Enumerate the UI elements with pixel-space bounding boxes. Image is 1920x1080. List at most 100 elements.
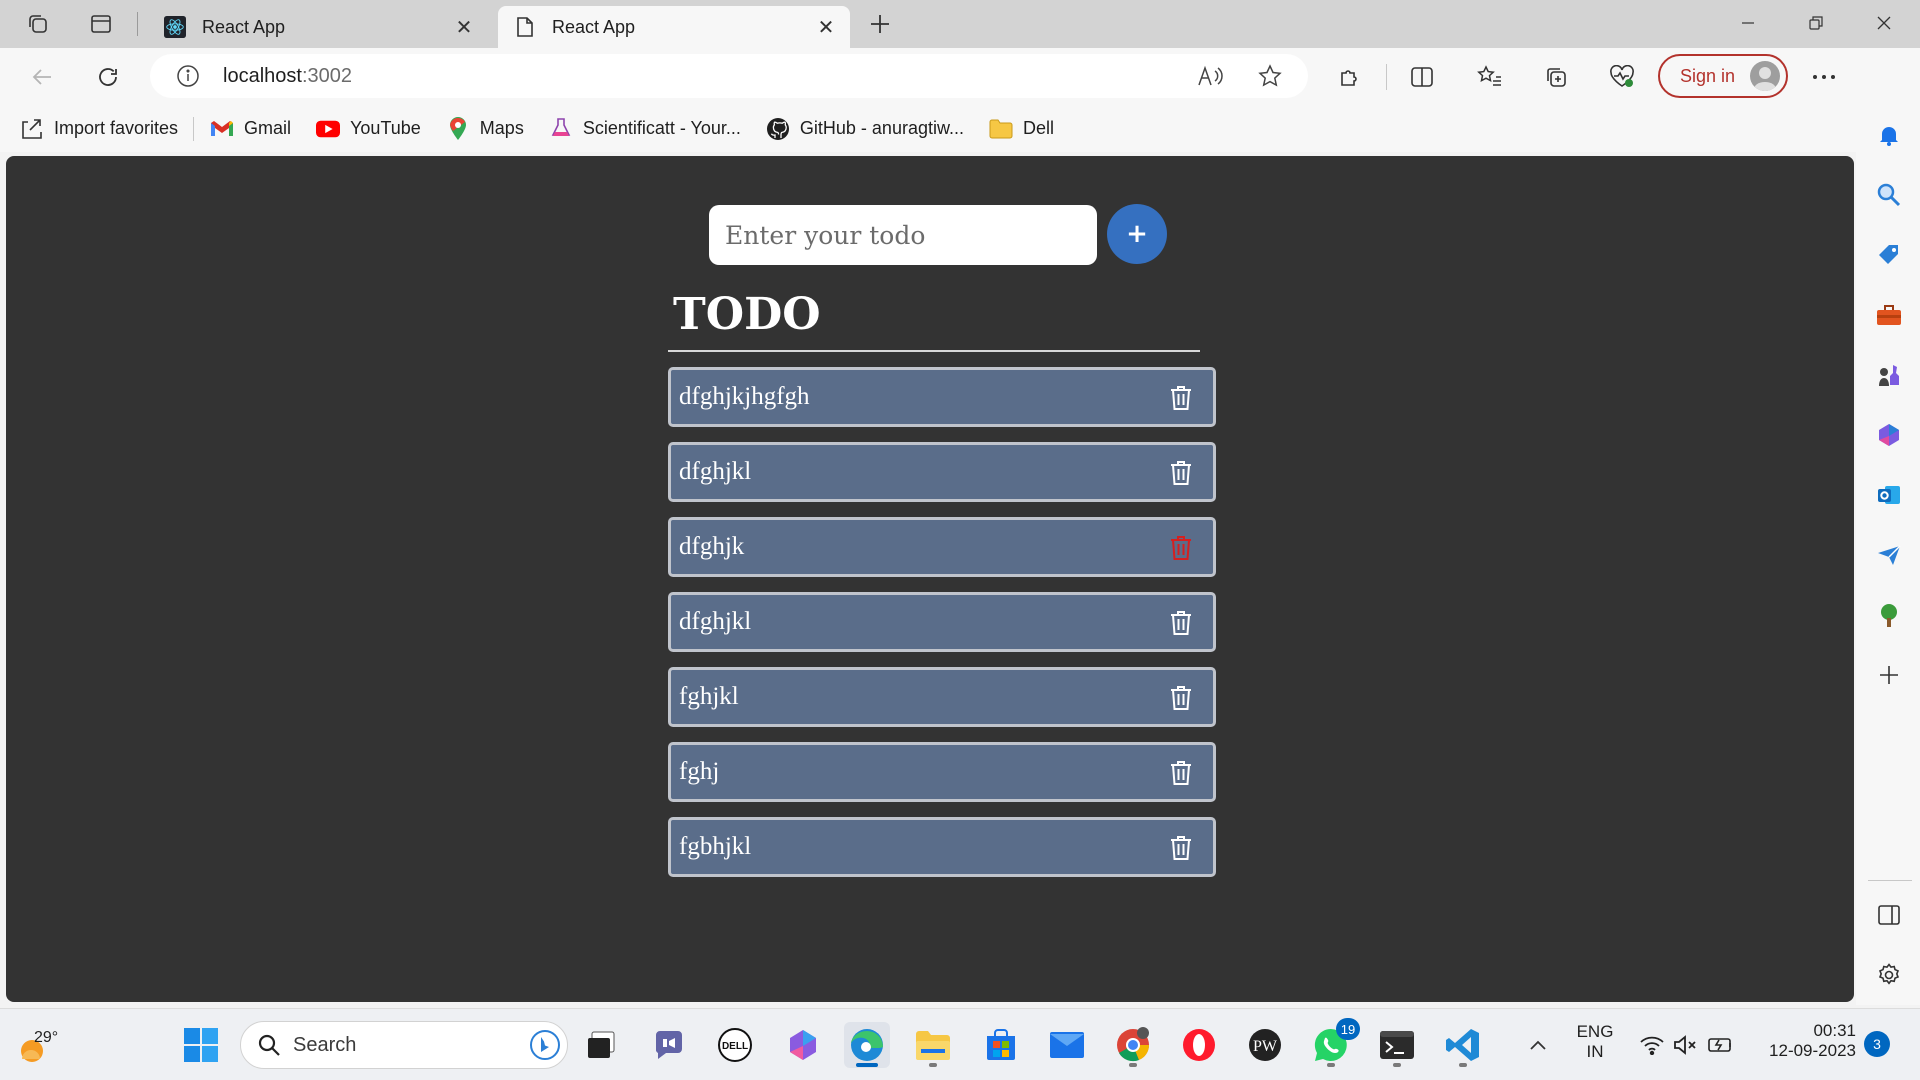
back-arrow-icon bbox=[32, 69, 51, 85]
sidebar-hide[interactable] bbox=[1872, 898, 1906, 932]
collections-button[interactable] bbox=[1536, 58, 1576, 96]
browser-tab-strip: React App ✕ React App ✕ bbox=[0, 0, 1920, 48]
sidebar-notifications[interactable] bbox=[1872, 118, 1906, 152]
taskbar-search[interactable]: Search bbox=[240, 1021, 568, 1069]
sign-in-button[interactable]: Sign in bbox=[1658, 54, 1788, 98]
todo-input[interactable] bbox=[709, 205, 1097, 265]
quick-settings-button[interactable] bbox=[1632, 1022, 1742, 1068]
taskbar-terminal[interactable] bbox=[1374, 1022, 1420, 1068]
workspaces-button[interactable] bbox=[20, 8, 56, 40]
sidebar-add[interactable] bbox=[1872, 658, 1906, 692]
tab-react-app-2[interactable]: React App ✕ bbox=[498, 6, 850, 48]
fav-gmail[interactable]: Gmail bbox=[210, 117, 291, 141]
taskbar-teams-chat[interactable] bbox=[646, 1022, 692, 1068]
taskbar-file-explorer[interactable] bbox=[910, 1022, 956, 1068]
todo-item: fghj bbox=[668, 742, 1216, 802]
close-tab-icon[interactable]: ✕ bbox=[452, 15, 476, 39]
search-icon bbox=[258, 1034, 280, 1056]
language-indicator[interactable]: ENG IN bbox=[1570, 1022, 1620, 1062]
add-todo-button[interactable]: + bbox=[1107, 204, 1167, 264]
microsoft365-icon bbox=[1879, 424, 1899, 446]
restore-button[interactable] bbox=[1782, 0, 1850, 46]
sidebar-games[interactable] bbox=[1872, 358, 1906, 392]
taskbar-mail[interactable] bbox=[1044, 1022, 1090, 1068]
taskbar-copilot[interactable] bbox=[780, 1022, 826, 1068]
trash-icon[interactable] bbox=[1167, 834, 1195, 862]
split-screen-icon bbox=[1411, 67, 1433, 87]
minimize-button[interactable] bbox=[1714, 0, 1782, 46]
puzzle-icon bbox=[1341, 70, 1357, 86]
more-dots-icon bbox=[1813, 75, 1835, 79]
shopping-tag-icon bbox=[1879, 245, 1898, 264]
new-tab-button[interactable] bbox=[862, 8, 898, 40]
taskbar-dell[interactable]: DELL bbox=[712, 1022, 758, 1068]
active-app-indicator bbox=[856, 1063, 878, 1067]
refresh-button[interactable] bbox=[88, 58, 128, 96]
taskbar-task-view[interactable] bbox=[578, 1022, 624, 1068]
taskbar-vscode[interactable] bbox=[1440, 1022, 1486, 1068]
trash-icon[interactable] bbox=[1167, 384, 1195, 412]
sidebar-shopping[interactable] bbox=[1872, 238, 1906, 272]
favorite-star-icon[interactable] bbox=[1256, 62, 1284, 90]
sidebar-settings[interactable] bbox=[1872, 958, 1906, 992]
collections-icon bbox=[1547, 68, 1566, 87]
bell-icon bbox=[1880, 127, 1898, 146]
trash-icon[interactable] bbox=[1167, 684, 1195, 712]
sidebar-send[interactable] bbox=[1872, 538, 1906, 572]
extensions-button[interactable] bbox=[1330, 58, 1370, 96]
fav-label: Maps bbox=[479, 118, 524, 138]
avatar-icon bbox=[1750, 61, 1780, 91]
show-hidden-icons-button[interactable] bbox=[1516, 1022, 1560, 1068]
taskbar-edge[interactable] bbox=[844, 1022, 890, 1068]
taskbar-opera[interactable] bbox=[1176, 1022, 1222, 1068]
clock[interactable]: 00:31 12-09-2023 bbox=[1750, 1021, 1856, 1061]
sidebar-search[interactable] bbox=[1872, 178, 1906, 212]
back-button[interactable] bbox=[22, 58, 62, 96]
fav-scientificatt[interactable]: Scientificatt - Your... bbox=[549, 117, 741, 141]
close-window-button[interactable] bbox=[1850, 0, 1918, 46]
taskbar-chrome[interactable] bbox=[1110, 1022, 1156, 1068]
trash-icon[interactable] bbox=[1167, 609, 1195, 637]
weather-widget[interactable]: 29° bbox=[16, 1017, 76, 1073]
site-info-icon[interactable] bbox=[176, 64, 200, 88]
settings-menu-button[interactable] bbox=[1804, 58, 1844, 96]
taskbar-pw-app[interactable]: PW bbox=[1242, 1022, 1288, 1068]
windows-logo-icon bbox=[184, 1028, 218, 1062]
sidebar-microsoft365[interactable] bbox=[1872, 418, 1906, 452]
trash-icon[interactable] bbox=[1167, 534, 1195, 562]
todo-text: dfghjkl bbox=[679, 458, 752, 485]
favorites-button[interactable] bbox=[1470, 58, 1510, 96]
read-aloud-icon[interactable] bbox=[1196, 62, 1224, 90]
fav-import-favorites[interactable]: Import favorites bbox=[20, 117, 178, 141]
restore-icon bbox=[1809, 16, 1823, 30]
todo-text: fghj bbox=[679, 758, 720, 785]
split-screen-button[interactable] bbox=[1402, 58, 1442, 96]
tab-actions-button[interactable] bbox=[83, 8, 119, 40]
fav-dell-folder[interactable]: Dell bbox=[989, 117, 1054, 141]
gmail-icon bbox=[210, 117, 234, 141]
address-bar[interactable]: localhost:3002 bbox=[150, 54, 1308, 98]
panel-icon bbox=[1878, 905, 1900, 925]
sidebar-tree[interactable] bbox=[1872, 598, 1906, 632]
fav-github[interactable]: GitHub - anuragtiw... bbox=[766, 117, 964, 141]
fav-maps[interactable]: Maps bbox=[446, 116, 524, 141]
trash-icon[interactable] bbox=[1167, 459, 1195, 487]
fav-youtube[interactable]: YouTube bbox=[316, 117, 421, 141]
taskbar-store[interactable] bbox=[978, 1022, 1024, 1068]
page-viewport: + TODO dfghjkjhgfgh dfghjkl dfghjk dfghj… bbox=[6, 156, 1854, 1002]
plus-icon bbox=[1880, 666, 1898, 684]
refresh-icon bbox=[99, 68, 117, 86]
tab-react-app-1[interactable]: React App ✕ bbox=[148, 6, 488, 48]
heading-underline bbox=[668, 350, 1200, 352]
running-app-indicator bbox=[1327, 1063, 1335, 1067]
sidebar-tools[interactable] bbox=[1872, 298, 1906, 332]
taskbar-whatsapp[interactable]: 19 bbox=[1308, 1018, 1360, 1068]
notification-center-badge[interactable]: 3 bbox=[1864, 1031, 1890, 1057]
close-tab-icon[interactable]: ✕ bbox=[814, 15, 838, 39]
trash-icon[interactable] bbox=[1167, 759, 1195, 787]
sidebar-outlook[interactable] bbox=[1872, 478, 1906, 512]
url-text[interactable]: localhost:3002 bbox=[223, 65, 352, 88]
start-button[interactable] bbox=[178, 1022, 224, 1068]
browser-essentials-button[interactable] bbox=[1602, 58, 1642, 96]
speaker-muted-icon bbox=[1674, 1035, 1696, 1055]
